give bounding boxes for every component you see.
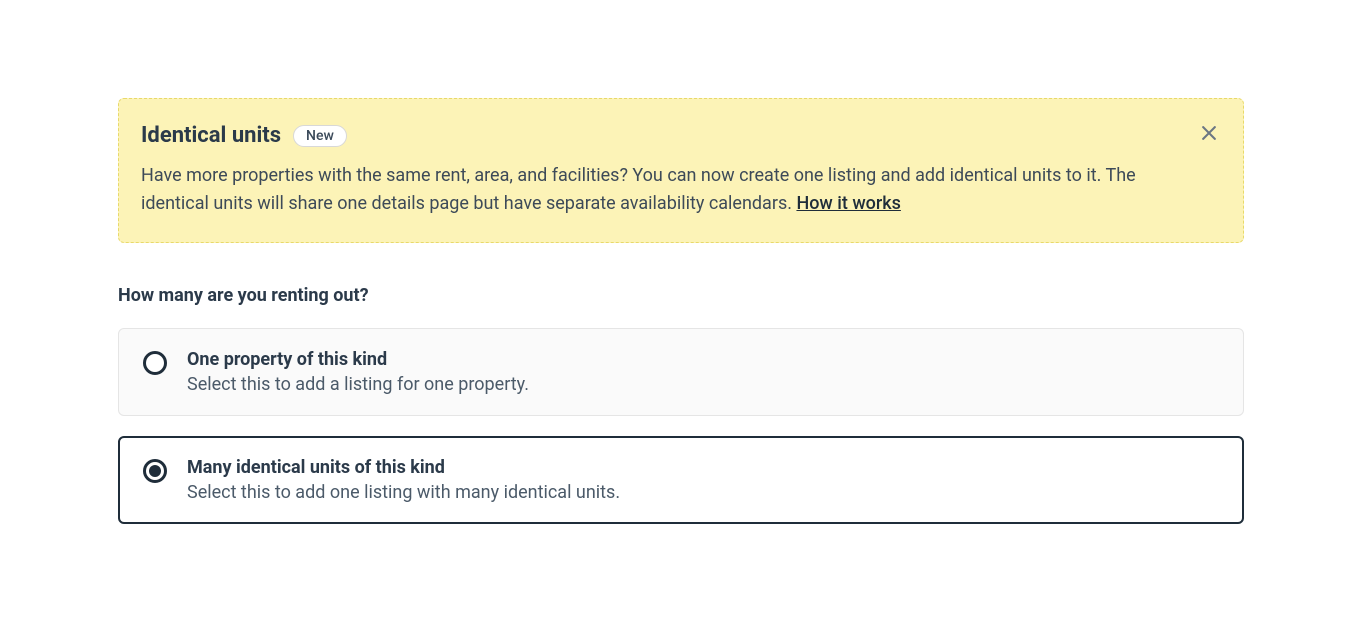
info-banner: Identical units New Have more properties…	[118, 98, 1244, 243]
radio-icon-selected	[143, 459, 167, 483]
how-it-works-link[interactable]: How it works	[796, 193, 900, 214]
option-title: One property of this kind	[187, 349, 529, 370]
banner-body: Have more properties with the same rent,…	[141, 162, 1183, 218]
radio-icon	[143, 351, 167, 375]
option-many-identical-units[interactable]: Many identical units of this kind Select…	[118, 436, 1244, 524]
close-icon	[1199, 123, 1219, 143]
option-one-property[interactable]: One property of this kind Select this to…	[118, 328, 1244, 416]
option-description: Select this to add one listing with many…	[187, 482, 620, 503]
banner-title: Identical units	[141, 123, 281, 148]
banner-text: Have more properties with the same rent,…	[141, 165, 1136, 214]
new-badge: New	[293, 125, 347, 147]
close-banner-button[interactable]	[1195, 119, 1223, 147]
question-label: How many are you renting out?	[118, 285, 1244, 306]
option-title: Many identical units of this kind	[187, 457, 620, 478]
option-description: Select this to add a listing for one pro…	[187, 374, 529, 395]
